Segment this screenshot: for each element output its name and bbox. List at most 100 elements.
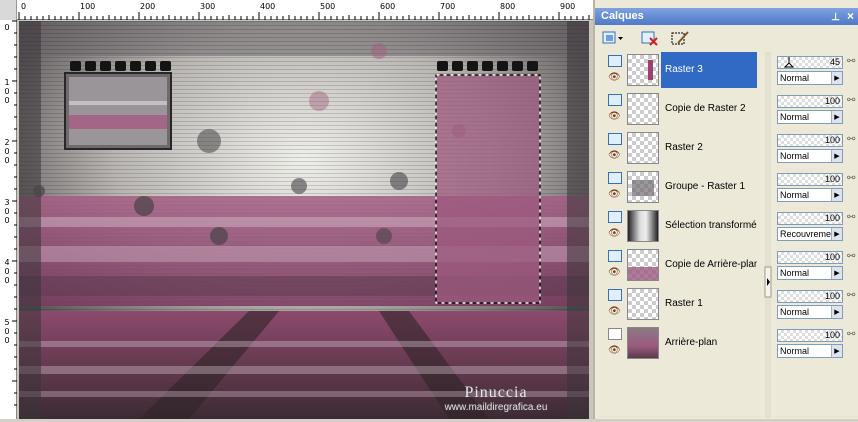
blend-mode-value: Normal	[780, 190, 810, 200]
blend-mode-select[interactable]: Normal ▶	[777, 305, 843, 319]
close-icon[interactable]: ×	[847, 8, 854, 25]
eye-icon[interactable]: 👁	[608, 346, 621, 356]
layer-thumbnail	[627, 132, 659, 164]
layer-name[interactable]: Groupe - Raster 1	[661, 169, 757, 205]
blend-mode-value: Normal	[780, 112, 810, 122]
layer-properties: 45 Normal ▶ ⚯	[777, 52, 858, 90]
raster-layer-icon	[608, 55, 622, 67]
layer-properties: 100 Normal ▶ ⚯	[777, 130, 858, 168]
eye-icon[interactable]: 👁	[608, 190, 621, 200]
opacity-value: 100	[824, 330, 840, 340]
layer-properties: 100 Normal ▶ ⚯	[777, 169, 858, 207]
layer-row[interactable]: 👁 Sélection transformée	[603, 208, 763, 246]
pin-icon[interactable]: ⊥	[831, 9, 840, 26]
eye-icon[interactable]: 👁	[608, 229, 621, 239]
layer-name[interactable]: Copie de Arrière-plan	[661, 247, 757, 283]
layers-list: 👁 Raster 3 👁 Copie de Raster 2 👁 Raster …	[603, 52, 763, 418]
eye-icon[interactable]: 👁	[608, 73, 621, 83]
layer-row[interactable]: 👁 Raster 3	[603, 52, 763, 90]
raster-layer-icon	[608, 289, 622, 301]
layer-thumbnail	[627, 249, 659, 281]
layers-palette: Calques ⊥ × 👁 Raster 3 👁 Copie de Raster…	[593, 0, 858, 419]
link-icon[interactable]: ⚯	[847, 173, 855, 184]
blend-mode-select[interactable]: Normal ▶	[777, 188, 843, 202]
raster-layer-icon	[608, 133, 622, 145]
link-icon[interactable]: ⚯	[847, 212, 855, 223]
blend-mode-value: Normal	[780, 151, 810, 161]
opacity-value: 45	[829, 57, 840, 67]
layer-thumbnail	[627, 327, 659, 359]
layer-properties: 100 Normal ▶ ⚯	[777, 247, 858, 285]
layer-name[interactable]: Arrière-plan	[661, 325, 757, 361]
opacity-slider[interactable]: 45	[777, 56, 843, 69]
canvas-area[interactable]: 0 100 200 300 400 500 600 700 800 900 0 …	[0, 0, 593, 419]
link-icon[interactable]: ⚯	[847, 95, 855, 106]
dropdown-arrow-icon: ▶	[831, 150, 842, 162]
opacity-slider[interactable]: 100	[777, 173, 843, 186]
new-layer-button[interactable]	[601, 29, 625, 48]
opacity-value: 100	[824, 291, 840, 301]
blend-mode-select[interactable]: Normal ▶	[777, 149, 843, 163]
opacity-slider[interactable]: 100	[777, 212, 843, 225]
opacity-slider[interactable]: 100	[777, 290, 843, 303]
layer-properties: 100 Normal ▶ ⚯	[777, 91, 858, 129]
blend-mode-select[interactable]: Normal ▶	[777, 71, 843, 85]
opacity-slider[interactable]: 100	[777, 95, 843, 108]
layer-name[interactable]: Raster 3	[661, 52, 757, 88]
layer-properties: 100 Normal ▶ ⚯	[777, 325, 858, 363]
layer-name[interactable]: Copie de Raster 2	[661, 91, 757, 127]
blend-mode-select[interactable]: Normal ▶	[777, 344, 843, 358]
layer-row[interactable]: 👁 Copie de Arrière-plan	[603, 247, 763, 285]
opacity-value: 100	[824, 252, 840, 262]
dropdown-arrow-icon: ▶	[831, 228, 842, 240]
raster-layer-icon	[608, 94, 622, 106]
layer-row[interactable]: 👁 Groupe - Raster 1	[603, 169, 763, 207]
ruler-top: 0 100 200 300 400 500 600 700 800 900	[0, 0, 593, 20]
palette-splitter[interactable]	[763, 52, 773, 418]
delete-layer-button[interactable]	[639, 29, 663, 48]
palette-title-bar[interactable]: Calques ⊥ ×	[595, 8, 858, 25]
layer-name[interactable]: Raster 1	[661, 286, 757, 322]
layer-thumbnail	[627, 54, 659, 86]
link-icon[interactable]: ⚯	[847, 56, 855, 67]
ruler-left: 0 1 0 0 2 0 0 3 0 0 4 0 0 5 0 0	[0, 20, 17, 419]
blend-mode-select[interactable]: Normal ▶	[777, 266, 843, 280]
watermark-name: Pinuccia	[464, 384, 528, 401]
dropdown-arrow-icon: ▶	[831, 306, 842, 318]
image-canvas[interactable]: Pinuccia www.maildiregrafica.eu	[19, 21, 589, 419]
group-layer-icon	[608, 172, 622, 184]
opacity-slider[interactable]: 100	[777, 251, 843, 264]
eye-icon[interactable]: 👁	[608, 151, 621, 161]
link-icon[interactable]: ⚯	[847, 290, 855, 301]
opacity-slider[interactable]: 100	[777, 329, 843, 342]
layer-row[interactable]: 👁 Copie de Raster 2	[603, 91, 763, 129]
dropdown-arrow-icon: ▶	[831, 111, 842, 123]
layer-row[interactable]: 👁 Raster 2	[603, 130, 763, 168]
raster-layer-icon	[608, 250, 622, 262]
link-icon[interactable]: ⚯	[847, 251, 855, 262]
blend-mode-select[interactable]: Normal ▶	[777, 110, 843, 124]
opacity-marker	[783, 57, 795, 68]
opacity-value: 100	[824, 174, 840, 184]
watermark-url: www.maildiregrafica.eu	[444, 402, 548, 413]
link-icon[interactable]: ⚯	[847, 134, 855, 145]
blend-mode-select[interactable]: Recouvrement ▶	[777, 227, 843, 241]
layer-name[interactable]: Raster 2	[661, 130, 757, 166]
layer-row[interactable]: 👁 Arrière-plan	[603, 325, 763, 363]
eye-icon[interactable]: 👁	[608, 112, 621, 122]
link-icon[interactable]: ⚯	[847, 329, 855, 340]
raster-layer-icon	[608, 211, 622, 223]
eye-icon[interactable]: 👁	[608, 307, 621, 317]
opacity-slider[interactable]: 100	[777, 134, 843, 147]
layer-name[interactable]: Sélection transformée	[661, 208, 757, 244]
blend-mode-value: Normal	[780, 268, 810, 278]
eye-icon[interactable]: 👁	[608, 268, 621, 278]
opacity-value: 100	[824, 213, 840, 223]
ruler-top-ticks	[18, 12, 590, 20]
splitter-handle	[764, 52, 772, 418]
edit-selection-button[interactable]	[669, 29, 693, 48]
layer-properties: 100 Recouvrement ▶ ⚯	[777, 208, 858, 246]
layer-row[interactable]: 👁 Raster 1	[603, 286, 763, 324]
dropdown-arrow-icon: ▶	[831, 189, 842, 201]
dropdown-arrow-icon: ▶	[831, 267, 842, 279]
